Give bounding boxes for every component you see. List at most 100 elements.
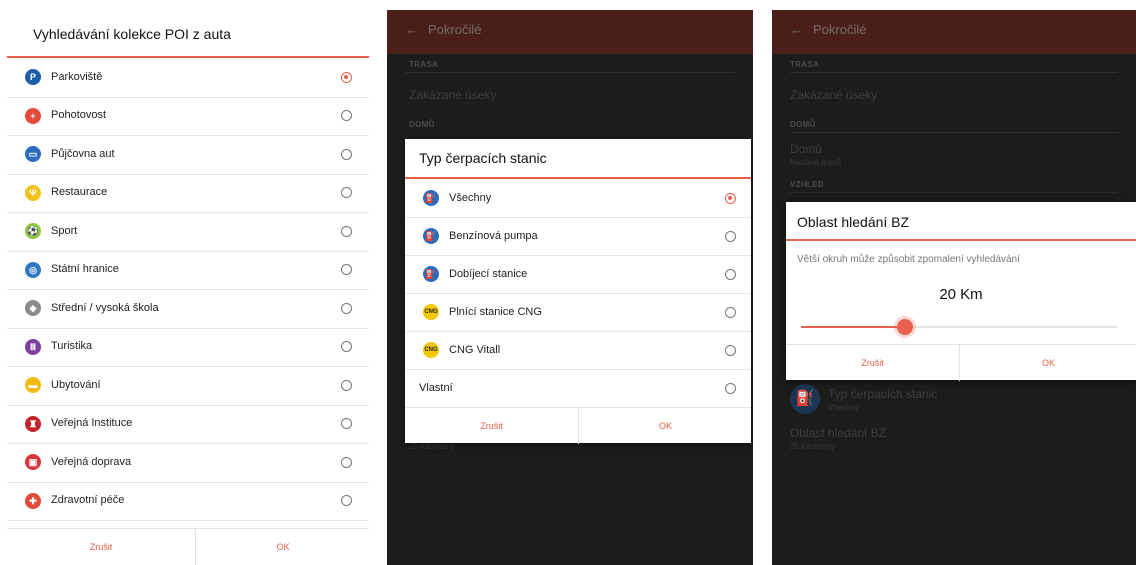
radio-button[interactable] bbox=[341, 302, 352, 314]
setting-search-area: Oblast hledání BZ bbox=[790, 426, 887, 440]
distance-value: 20 Km bbox=[939, 286, 983, 303]
section-header-route: TRASA bbox=[790, 60, 820, 69]
setting-fuel-type: Typ čerpacích stanic bbox=[828, 387, 938, 401]
divider bbox=[405, 72, 735, 73]
cancel-button[interactable]: Zrušit bbox=[405, 408, 578, 444]
charging-station-icon: ⛽ bbox=[423, 266, 439, 282]
screen-poi-collection: Vyhledávání kolekce POI z auta P Parkoviš… bbox=[7, 10, 369, 565]
restaurant-icon: Ψ bbox=[25, 184, 41, 201]
radio-button[interactable] bbox=[725, 230, 736, 242]
list-item-label: Vlastní bbox=[419, 381, 453, 394]
list-item[interactable]: CNG Plnící stanice CNG bbox=[405, 293, 751, 332]
list-item[interactable]: + Pohotovost bbox=[7, 97, 369, 136]
radio-button[interactable] bbox=[341, 148, 352, 160]
list-item[interactable]: ▬ Ubytování bbox=[7, 366, 369, 406]
divider bbox=[790, 192, 1118, 193]
radio-button[interactable] bbox=[725, 306, 736, 318]
list-item[interactable]: ▣ Veřejná doprava bbox=[7, 443, 369, 483]
setting-home: Domů bbox=[790, 142, 823, 156]
list-item-label: Všechny bbox=[449, 191, 492, 204]
list-item-label: Ubytování bbox=[51, 378, 101, 391]
list-item-label: Dobíjecí stanice bbox=[449, 267, 528, 280]
list-item[interactable]: ⛽ Všechny bbox=[405, 179, 751, 218]
radio-button[interactable] bbox=[725, 268, 736, 280]
radio-button[interactable] bbox=[341, 495, 352, 507]
poi-list: P Parkoviště + Pohotovost ▭ Půjčovna aut Ψ Rest… bbox=[7, 58, 369, 528]
search-area-dialog: Oblast hledání BZ Větší okruh může způso… bbox=[786, 202, 1136, 381]
radio-button[interactable] bbox=[341, 71, 352, 83]
list-item-label: Veřejná doprava bbox=[51, 455, 132, 468]
back-arrow-icon[interactable]: ← bbox=[790, 22, 803, 37]
parking-icon: P bbox=[25, 69, 41, 86]
dialog-title: Typ čerpacích stanic bbox=[419, 150, 547, 166]
radio-button[interactable] bbox=[725, 382, 736, 394]
radio-button[interactable] bbox=[341, 187, 352, 199]
poi-collection-dialog: Vyhledávání kolekce POI z auta P Parkoviš… bbox=[7, 10, 369, 565]
healthcare-icon: ✚ bbox=[25, 492, 41, 509]
dialog-title: Vyhledávání kolekce POI z auta bbox=[33, 26, 231, 42]
list-item[interactable]: ⛽ Benzínová pumpa bbox=[405, 217, 751, 256]
fuel-pump-icon: ⛽ bbox=[423, 190, 439, 206]
list-item-label: Zdravotní péče bbox=[51, 494, 125, 507]
screen-fuel-type: ← Pokročilé TRASA Zakázané úseky DOMŮ 25 … bbox=[387, 10, 753, 565]
border-icon: ◎ bbox=[25, 261, 41, 278]
ok-button[interactable]: OK bbox=[959, 345, 1136, 381]
list-item-label: Veřejná Instituce bbox=[51, 417, 133, 430]
radio-button[interactable] bbox=[341, 456, 352, 468]
dialog-description: Větší okruh může způsobit zpomalení vyhl… bbox=[797, 254, 1020, 265]
dialog-title: Oblast hledání BZ bbox=[797, 214, 910, 230]
list-item[interactable]: P Parkoviště bbox=[7, 58, 369, 98]
radio-button[interactable] bbox=[341, 341, 352, 353]
section-header-appearance: VZHLED bbox=[790, 180, 824, 189]
list-item[interactable]: ▭ Půjčovna aut bbox=[7, 135, 369, 175]
list-item[interactable]: Ψ Restaurace bbox=[7, 174, 369, 213]
divider bbox=[790, 72, 1118, 73]
list-item-label: Plnící stanice CNG bbox=[449, 305, 542, 318]
list-item[interactable]: ⛽ Dobíjecí stanice bbox=[405, 255, 751, 294]
radio-button[interactable] bbox=[341, 225, 352, 237]
cancel-button[interactable]: Zrušit bbox=[786, 345, 959, 381]
fuel-type-dialog: Typ čerpacích stanic ⛽ Všechny ⛽ Benzínová … bbox=[405, 139, 752, 444]
list-item[interactable]: ◆ Střední / vysoká škola bbox=[7, 289, 369, 329]
dialog-buttons: Zrušit OK bbox=[7, 528, 369, 565]
fuel-pump-icon: ⛽ bbox=[790, 384, 820, 414]
dialog-title-divider bbox=[786, 239, 1136, 241]
setting-home-sub: Nastavit domů bbox=[790, 158, 842, 167]
list-item-label: Turistika bbox=[51, 340, 93, 353]
list-item-label: Státní hranice bbox=[51, 263, 119, 276]
distance-slider[interactable] bbox=[801, 319, 1117, 335]
list-item[interactable]: CNG CNG Vitall bbox=[405, 331, 751, 370]
radio-button[interactable] bbox=[725, 192, 736, 204]
tourism-icon: Ⅲ bbox=[25, 338, 41, 355]
list-item[interactable]: ⚽ Sport bbox=[7, 212, 369, 252]
app-bar-title: Pokročilé bbox=[428, 22, 482, 37]
radio-button[interactable] bbox=[341, 379, 352, 391]
cancel-button[interactable]: Zrušit bbox=[7, 529, 195, 565]
list-item[interactable]: ♜ Veřejná Instituce bbox=[7, 405, 369, 444]
section-header-home: DOMŮ bbox=[790, 120, 816, 129]
app-bar: ← Pokročilé bbox=[387, 10, 753, 54]
list-item-label: Sport bbox=[51, 224, 78, 237]
app-bar: ← Pokročilé bbox=[772, 10, 1136, 54]
list-item[interactable]: ◎ Státní hranice bbox=[7, 251, 369, 290]
ok-button[interactable]: OK bbox=[578, 408, 752, 444]
list-item-label: Restaurace bbox=[51, 186, 108, 199]
back-arrow-icon[interactable]: ← bbox=[405, 22, 418, 37]
section-header-route: TRASA bbox=[409, 60, 439, 69]
radio-button[interactable] bbox=[341, 264, 352, 276]
slider-fill bbox=[801, 326, 906, 328]
list-item-label: Benzínová pumpa bbox=[449, 229, 538, 242]
ok-button[interactable]: OK bbox=[195, 529, 369, 565]
radio-button[interactable] bbox=[341, 110, 352, 122]
radio-button[interactable] bbox=[725, 344, 736, 356]
list-item-label: Pohotovost bbox=[51, 109, 107, 122]
radio-button[interactable] bbox=[341, 418, 352, 430]
divider bbox=[790, 132, 1118, 133]
list-item[interactable]: Vlastní bbox=[405, 369, 751, 408]
list-item[interactable]: ✚ Zdravotní péče bbox=[7, 482, 369, 521]
setting-fuel-type-sub: Všechny bbox=[828, 403, 859, 412]
list-item[interactable]: Ⅲ Turistika bbox=[7, 328, 369, 367]
fuel-pump-icon: ⛽ bbox=[423, 228, 439, 244]
setting-forbidden-sections: Zakázané úseky bbox=[409, 88, 497, 102]
slider-thumb[interactable] bbox=[897, 319, 914, 335]
